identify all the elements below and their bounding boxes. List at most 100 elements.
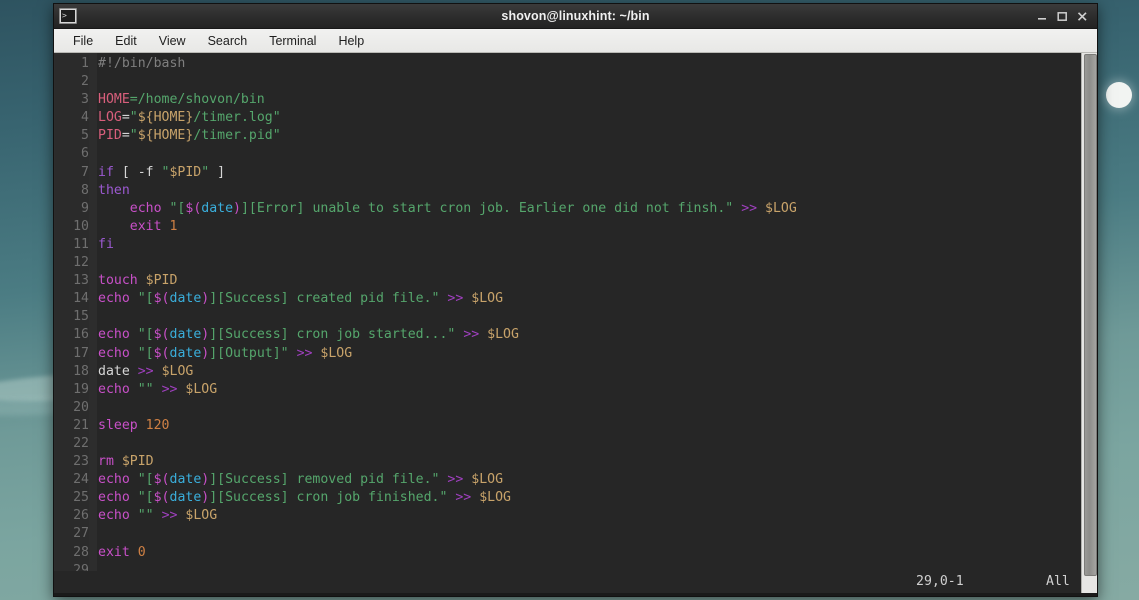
line-number: 25 (55, 489, 89, 508)
code-line: 26 echo "" >> $LOG (55, 507, 1081, 526)
code-line: 1 #!/bin/bash (55, 55, 1081, 74)
code-token: date (169, 327, 202, 343)
code-token: 120 (145, 417, 170, 433)
code-token: $LOG (479, 490, 511, 506)
minimize-icon[interactable] (1037, 11, 1048, 22)
code-token: "[ (137, 291, 154, 307)
menu-item-terminal[interactable]: Terminal (258, 32, 327, 50)
code-token: $PID (121, 454, 154, 470)
code-token: /timer.pid" (193, 128, 281, 144)
line-number: 18 (55, 362, 89, 381)
code-token: >> (161, 508, 178, 524)
code-line: 22 (55, 434, 1081, 454)
menu-item-search[interactable]: Search (197, 32, 259, 50)
line-number: 2 (55, 73, 89, 92)
code-token: ][Success] created pid file." (209, 291, 440, 307)
code-line: 3 HOME=/home/shovon/bin (55, 91, 1081, 110)
code-line: 7 if [ -f "$PID" ] (55, 163, 1081, 182)
maximize-icon[interactable] (1057, 11, 1068, 22)
code-token: #!/bin/bash (98, 56, 186, 71)
code-token: $LOG (471, 472, 504, 488)
line-number: 19 (55, 380, 89, 399)
line-number: 4 (55, 109, 89, 128)
line-number: 22 (55, 434, 89, 454)
code-token: ][Error] unable to start cron job. Earli… (240, 200, 734, 216)
code-token: "[ (137, 327, 154, 343)
code-token: exit (129, 218, 162, 234)
code-token: "[ (137, 490, 154, 506)
code-token: = (121, 110, 130, 126)
code-line: 16 echo "[$(date)][Success] cron job star… (55, 326, 1081, 345)
code-token: date (201, 200, 234, 216)
code-text-area[interactable]: 1 #!/bin/bash 2 3 HOME=/home/shovon/bin 4 LOG=… (54, 55, 1081, 580)
code-token: $LOG (471, 291, 504, 307)
code-line: 21 sleep 120 (55, 416, 1081, 435)
code-token: "[ (137, 345, 154, 361)
code-token: >> (463, 327, 480, 343)
code-token: $LOG (185, 381, 218, 397)
menubar: File Edit View Search Terminal Help (54, 29, 1097, 53)
code-line: 12 (55, 254, 1081, 273)
moon-icon (1106, 82, 1132, 108)
line-number: 26 (55, 507, 89, 526)
code-token: $LOG (161, 363, 194, 379)
code-token: " (201, 164, 210, 180)
line-number: 13 (55, 272, 89, 291)
menu-item-view[interactable]: View (148, 32, 197, 50)
code-line: 4 LOG="${HOME}/timer.log" (55, 109, 1081, 128)
window-titlebar[interactable]: shovon@linuxhint: ~/bin (54, 4, 1097, 29)
code-token: $LOG (185, 508, 218, 524)
code-token: date (169, 472, 202, 488)
code-token: echo (98, 327, 130, 343)
code-line: 28 exit 0 (55, 543, 1081, 562)
menu-item-help[interactable]: Help (327, 32, 375, 50)
code-token: fi (98, 236, 114, 252)
menu-item-file[interactable]: File (62, 32, 104, 50)
scroll-indicator: All (1046, 574, 1070, 589)
code-token: " (129, 128, 138, 144)
close-icon[interactable] (1077, 11, 1088, 22)
line-number: 28 (55, 543, 89, 562)
code-token: echo (98, 381, 130, 397)
line-number: 12 (55, 254, 89, 273)
line-number: 14 (55, 290, 89, 309)
terminal-window: shovon@linuxhint: ~/bin FileEditViewSear… (53, 3, 1098, 597)
code-line: 19 echo "" >> $LOG (55, 380, 1081, 399)
code-line: 18 date >> $LOG (55, 362, 1081, 381)
code-token: ${HOME} (137, 128, 194, 144)
code-token: "[ (169, 200, 186, 216)
code-token: date (98, 363, 130, 379)
code-line: 11 fi (55, 235, 1081, 255)
code-token: $LOG (765, 200, 797, 216)
code-token: "" (137, 508, 154, 524)
vertical-scrollbar[interactable] (1081, 53, 1097, 593)
code-token: echo (98, 345, 130, 361)
line-number: 20 (55, 398, 89, 417)
line-number: 15 (55, 308, 89, 327)
code-token: 1 (169, 218, 178, 234)
vim-editor[interactable]: 1 #!/bin/bash 2 3 HOME=/home/shovon/bin 4 LOG=… (54, 53, 1081, 593)
menu-item-edit[interactable]: Edit (104, 32, 148, 50)
code-line: 6 (55, 145, 1081, 164)
line-number: 11 (55, 235, 89, 255)
code-token: >> (137, 363, 154, 379)
code-token: $PID (169, 164, 202, 180)
line-number: 6 (55, 145, 89, 164)
scrollbar-thumb[interactable] (1084, 54, 1097, 576)
code-token: >> (447, 472, 464, 488)
line-number: 23 (55, 453, 89, 472)
code-line: 13 touch $PID (55, 272, 1081, 291)
code-token: $( (153, 291, 170, 307)
